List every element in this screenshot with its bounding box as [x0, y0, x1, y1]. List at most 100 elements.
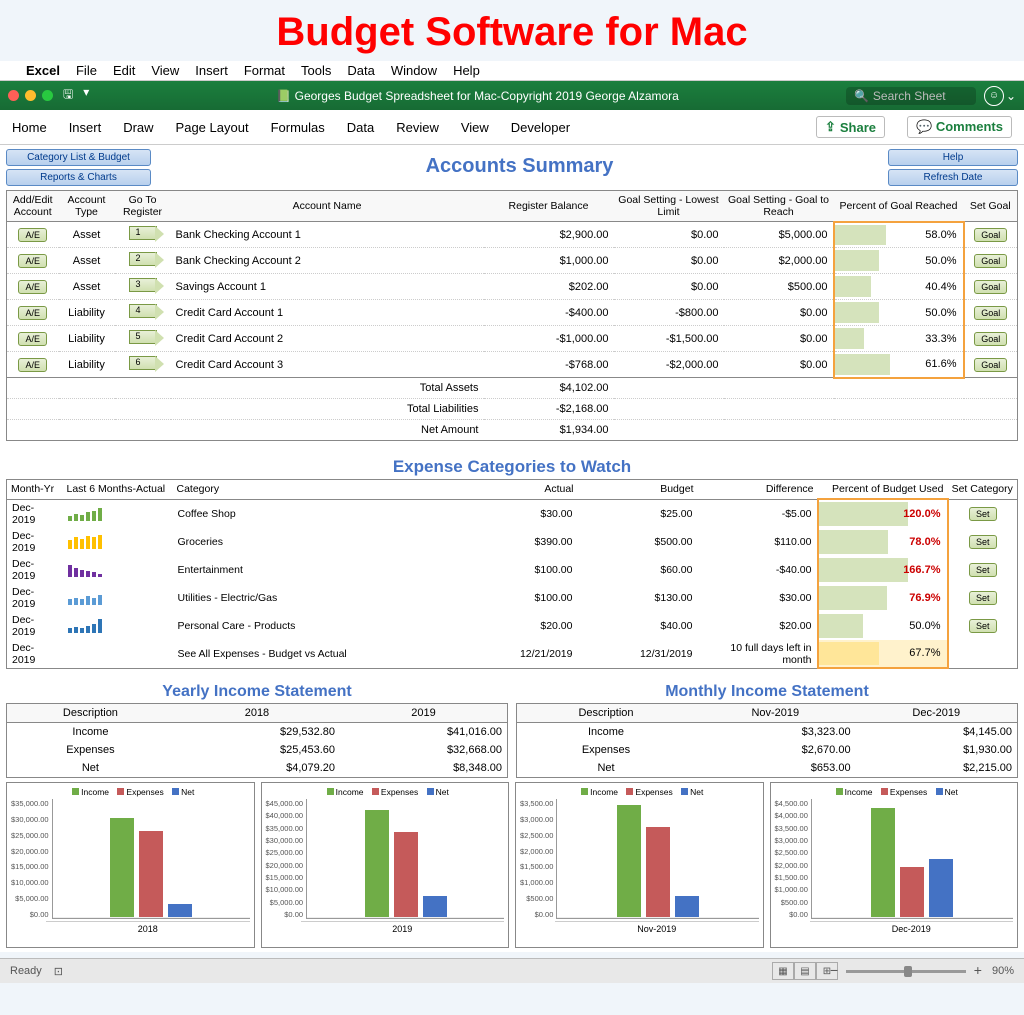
- tab-page-layout[interactable]: Page Layout: [176, 120, 249, 135]
- tab-review[interactable]: Review: [396, 120, 439, 135]
- chevron-down-icon[interactable]: ⌄: [1006, 89, 1016, 103]
- zoom-slider[interactable]: [846, 970, 966, 973]
- menu-edit[interactable]: Edit: [113, 63, 135, 78]
- set-category-button[interactable]: Set: [969, 563, 997, 577]
- table-row: Expenses$25,453.60$32,668.00: [7, 741, 508, 759]
- menu-view[interactable]: View: [151, 63, 179, 78]
- tab-insert[interactable]: Insert: [69, 120, 102, 135]
- col-last6: Last 6 Months-Actual: [63, 480, 173, 500]
- total-assets-label: Total Assets: [171, 378, 484, 399]
- account-type: Asset: [59, 248, 115, 274]
- add-edit-button[interactable]: A/E: [18, 254, 47, 268]
- close-icon[interactable]: [8, 90, 19, 101]
- goal-button[interactable]: Goal: [974, 306, 1007, 320]
- goto-register-button[interactable]: 6: [129, 356, 157, 370]
- tab-developer[interactable]: Developer: [511, 120, 570, 135]
- col-pct-budget: Percent of Budget Used: [818, 480, 948, 500]
- category: Utilities - Electric/Gas: [173, 584, 468, 612]
- tab-formulas[interactable]: Formulas: [271, 120, 325, 135]
- col-diff: Difference: [698, 480, 818, 500]
- add-edit-button[interactable]: A/E: [18, 332, 47, 346]
- dropdown-icon[interactable]: ▾: [83, 85, 89, 106]
- accounts-table: Add/Edit Account Account Type Go To Regi…: [6, 190, 1018, 441]
- lowest-limit: -$1,500.00: [614, 326, 724, 352]
- comments-button[interactable]: 💬 Comments: [907, 116, 1012, 138]
- set-category-button[interactable]: Set: [969, 535, 997, 549]
- y-axis: $45,000.00$40,000.00$35,000.00$30,000.00…: [266, 799, 307, 919]
- account-name: Credit Card Account 1: [171, 300, 484, 326]
- tab-view[interactable]: View: [461, 120, 489, 135]
- goal-button[interactable]: Goal: [974, 332, 1007, 346]
- add-edit-button[interactable]: A/E: [18, 228, 47, 242]
- goto-register-button[interactable]: 4: [129, 304, 157, 318]
- percent-goal-bar: 40.4%: [834, 274, 964, 300]
- account-name: Bank Checking Account 1: [171, 222, 484, 248]
- minimize-icon[interactable]: [25, 90, 36, 101]
- view-layout-icon[interactable]: ▤: [794, 962, 816, 980]
- goal-button[interactable]: Goal: [974, 254, 1007, 268]
- tab-home[interactable]: Home: [12, 120, 47, 135]
- difference: -$5.00: [698, 499, 818, 528]
- actual: $30.00: [468, 499, 578, 528]
- help-button[interactable]: Help: [888, 149, 1018, 166]
- summary-pct-bar: 67.7%: [818, 640, 948, 669]
- menu-excel[interactable]: Excel: [26, 63, 60, 78]
- menu-tools[interactable]: Tools: [301, 63, 331, 78]
- account-name: Savings Account 1: [171, 274, 484, 300]
- set-category-button[interactable]: Set: [969, 591, 997, 605]
- menu-insert[interactable]: Insert: [195, 63, 228, 78]
- month: Dec-2019: [7, 612, 63, 640]
- menu-window[interactable]: Window: [391, 63, 437, 78]
- category-list-button[interactable]: Category List & Budget: [6, 149, 151, 166]
- goto-register-button[interactable]: 3: [129, 278, 157, 292]
- menu-file[interactable]: File: [76, 63, 97, 78]
- share-button[interactable]: ⇪Share: [816, 116, 885, 138]
- category: Coffee Shop: [173, 499, 468, 528]
- table-row: Expenses$2,670.00$1,930.00: [517, 741, 1018, 759]
- document-title: 📗 Georges Budget Spreadsheet for Mac-Cop…: [109, 89, 846, 103]
- chart-bar: [929, 859, 953, 918]
- chart-bar: [394, 832, 418, 918]
- feedback-icon[interactable]: ☺: [984, 86, 1004, 106]
- actual: $100.00: [468, 584, 578, 612]
- save-icon[interactable]: 🖫: [63, 85, 73, 106]
- goal-button[interactable]: Goal: [974, 228, 1007, 242]
- register-balance: $2,900.00: [484, 222, 614, 248]
- lowest-limit: -$800.00: [614, 300, 724, 326]
- goal-button[interactable]: Goal: [974, 280, 1007, 294]
- actual: $20.00: [468, 612, 578, 640]
- col-set: Set Goal: [964, 191, 1018, 222]
- chart-bar: [365, 810, 389, 918]
- add-edit-button[interactable]: A/E: [18, 280, 47, 294]
- search-input[interactable]: 🔍 Search Sheet: [846, 87, 976, 105]
- sparkline-chart: [68, 507, 168, 521]
- reports-charts-button[interactable]: Reports & Charts: [6, 169, 151, 186]
- menu-help[interactable]: Help: [453, 63, 480, 78]
- goto-register-button[interactable]: 1: [129, 226, 157, 240]
- view-normal-icon[interactable]: ▦: [772, 962, 794, 980]
- difference: $30.00: [698, 584, 818, 612]
- bar-chart: Income Expenses Net $3,500.00$3,000.00$2…: [515, 782, 764, 948]
- tab-data[interactable]: Data: [347, 120, 374, 135]
- percent-budget-bar: 76.9%: [818, 584, 948, 612]
- menu-data[interactable]: Data: [347, 63, 374, 78]
- goto-register-button[interactable]: 2: [129, 252, 157, 266]
- percent-budget-bar: 50.0%: [818, 612, 948, 640]
- set-category-button[interactable]: Set: [969, 507, 997, 521]
- table-row: Income$3,323.00$4,145.00: [517, 723, 1018, 742]
- y-axis: $3,500.00$3,000.00$2,500.00$2,000.00$1,5…: [520, 799, 556, 919]
- goal-button[interactable]: Goal: [974, 358, 1007, 372]
- add-edit-button[interactable]: A/E: [18, 306, 47, 320]
- tab-draw[interactable]: Draw: [123, 120, 153, 135]
- accessibility-icon[interactable]: ⊡: [54, 965, 63, 978]
- set-category-button[interactable]: Set: [969, 619, 997, 633]
- add-edit-button[interactable]: A/E: [18, 358, 47, 372]
- maximize-icon[interactable]: [42, 90, 53, 101]
- menu-format[interactable]: Format: [244, 63, 285, 78]
- goto-register-button[interactable]: 5: [129, 330, 157, 344]
- percent-goal-bar: 33.3%: [834, 326, 964, 352]
- percent-goal-bar: 58.0%: [834, 222, 964, 248]
- col-category: Category: [173, 480, 468, 500]
- refresh-date-button[interactable]: Refresh Date: [888, 169, 1018, 186]
- total-assets-value: $4,102.00: [484, 378, 614, 399]
